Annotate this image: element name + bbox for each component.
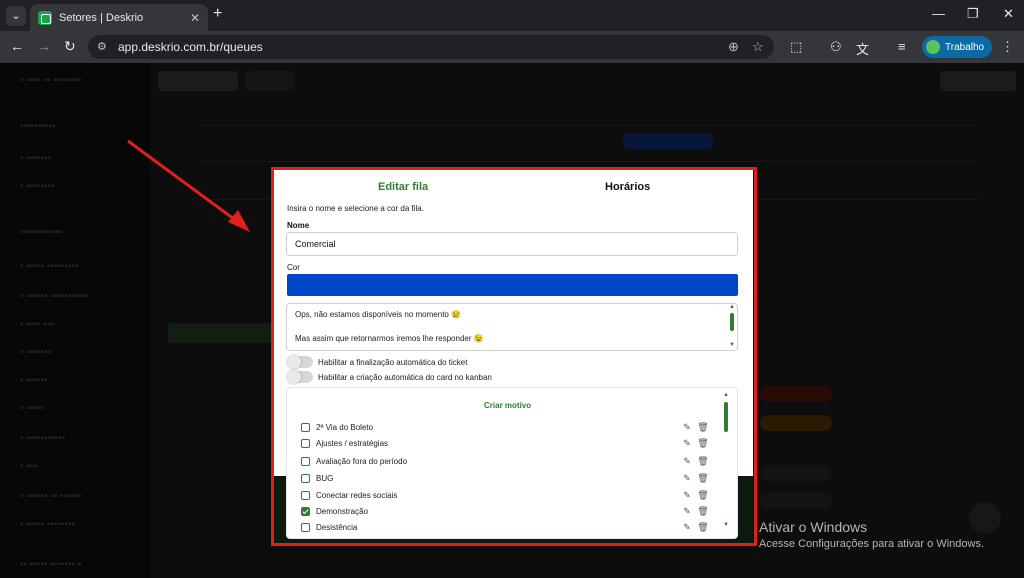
bg-tab-button [245,71,295,91]
url-text: app.deskrio.com.br/queues [118,40,263,54]
sidebar-item: ▪ ▪▪▪▪▪ ▪▪▪▪▪▪▪▪▪ [20,261,79,272]
browser-tab[interactable]: Setores | Deskrio ✕ [30,4,208,31]
bg-table-row [200,125,980,126]
bookmark-star-icon[interactable]: ☆ [752,35,764,59]
bg-color-bar [760,386,832,402]
profile-button[interactable]: Trabalho [922,36,992,58]
bg-add-button [940,71,1016,91]
sidebar-item: ▪▪▪▪▪▪▪▪▪▪▪▪ [20,227,63,238]
watermark-subtitle: Acesse Configurações para ativar o Windo… [759,538,984,550]
windows-activation-watermark: Ativar o Windows Acesse Configurações pa… [759,519,984,550]
minimize-icon[interactable]: — [932,6,945,21]
zoom-icon[interactable]: ⊕ [728,35,739,59]
sidebar-item: ▪ ▪▪▪▪▪ ▪▪▪▪▪▪▪▪ [20,519,76,530]
close-tab-icon[interactable]: ✕ [190,11,200,25]
restore-icon[interactable]: ❐ [967,6,979,22]
bg-tab-button [158,71,238,91]
watermark-title: Ativar o Windows [759,519,868,535]
profile-label: Trabalho [945,41,985,53]
sidebar-item: ▪▪▪▪▪▪▪▪▪▪ [20,121,56,132]
bg-color-bar [760,465,832,481]
sidebar-item: ▪ ▪▪▪▪ ▪▪ ▪▪▪▪▪▪▪▪ [20,75,82,86]
tab-search-chevron-icon[interactable]: ⌄ [6,6,26,26]
translate-icon[interactable]: 文 [856,39,869,58]
highlight-box [271,167,757,546]
sidebar: ▪ ▪▪▪▪ ▪▪ ▪▪▪▪▪▪▪▪ ▪▪▪▪▪▪▪▪▪▪ ▪ ▪▪▪▪▪▪▪ … [0,63,150,578]
reload-icon[interactable]: ↻ [64,38,76,55]
back-icon[interactable]: ← [10,38,24,54]
extensions-icon[interactable]: ⬚ [790,39,802,55]
deskrio-favicon-icon [38,10,52,25]
sidebar-item: ▪ ▪▪▪▪ ▪▪▪ [20,319,54,330]
bg-color-bar [760,493,832,509]
bg-color-bar [622,133,714,149]
bg-table-row [200,161,980,162]
sidebar-item: ▪ ▪▪▪▪▪▪ ▪▪▪▪▪▪▪▪▪▪▪ [20,291,90,302]
browser-menu-icon[interactable]: ⋮ [1001,39,1014,55]
sidebar-item: ▪ ▪▪▪ [20,461,37,472]
profile-avatar [926,40,940,54]
forward-icon[interactable]: → [37,38,51,54]
sidebar-item: ▪ ▪▪▪▪▪▪ ▪▪ ▪▪▪▪▪▪ [20,491,82,502]
sidebar-item: ▪ ▪▪▪▪▪▪▪▪▪▪▪ [20,433,66,444]
bg-color-bar [760,415,832,431]
sidebar-item: ▪▪ ▪▪▪▪▪ ▪▪▪▪▪▪▪ ▪ [20,559,82,570]
sidebar-item: ▪ ▪▪▪▪▪▪▪ [20,347,52,358]
window-close-icon[interactable]: ✕ [1003,6,1014,22]
sidebar-item: ▪ ▪▪▪▪▪ [20,403,45,414]
extension-icon[interactable]: ⚇ [830,39,842,55]
browser-tab-bar: ⌄ Setores | Deskrio ✕ + — ❐ ✕ [0,0,1024,31]
chat-fab-button [969,502,1001,534]
sidebar-item: ▪ ▪▪▪▪▪▪▪▪ [20,181,55,192]
new-tab-icon[interactable]: + [213,5,222,23]
sidebar-item: ▪ ▪▪▪▪▪▪ [20,375,48,386]
bg-section-header [168,323,278,343]
address-bar[interactable]: ⚙ app.deskrio.com.br/queues ⊕ ☆ [88,35,774,59]
browser-toolbar: ← → ↻ ⚙ app.deskrio.com.br/queues ⊕ ☆ ⬚ … [0,31,1024,63]
browser-tab-title: Setores | Deskrio [59,11,144,24]
sidebar-item: ▪ ▪▪▪▪▪▪▪ [20,153,52,164]
site-info-icon[interactable]: ⚙ [97,35,107,59]
reading-list-icon[interactable]: ≡ [898,39,906,54]
